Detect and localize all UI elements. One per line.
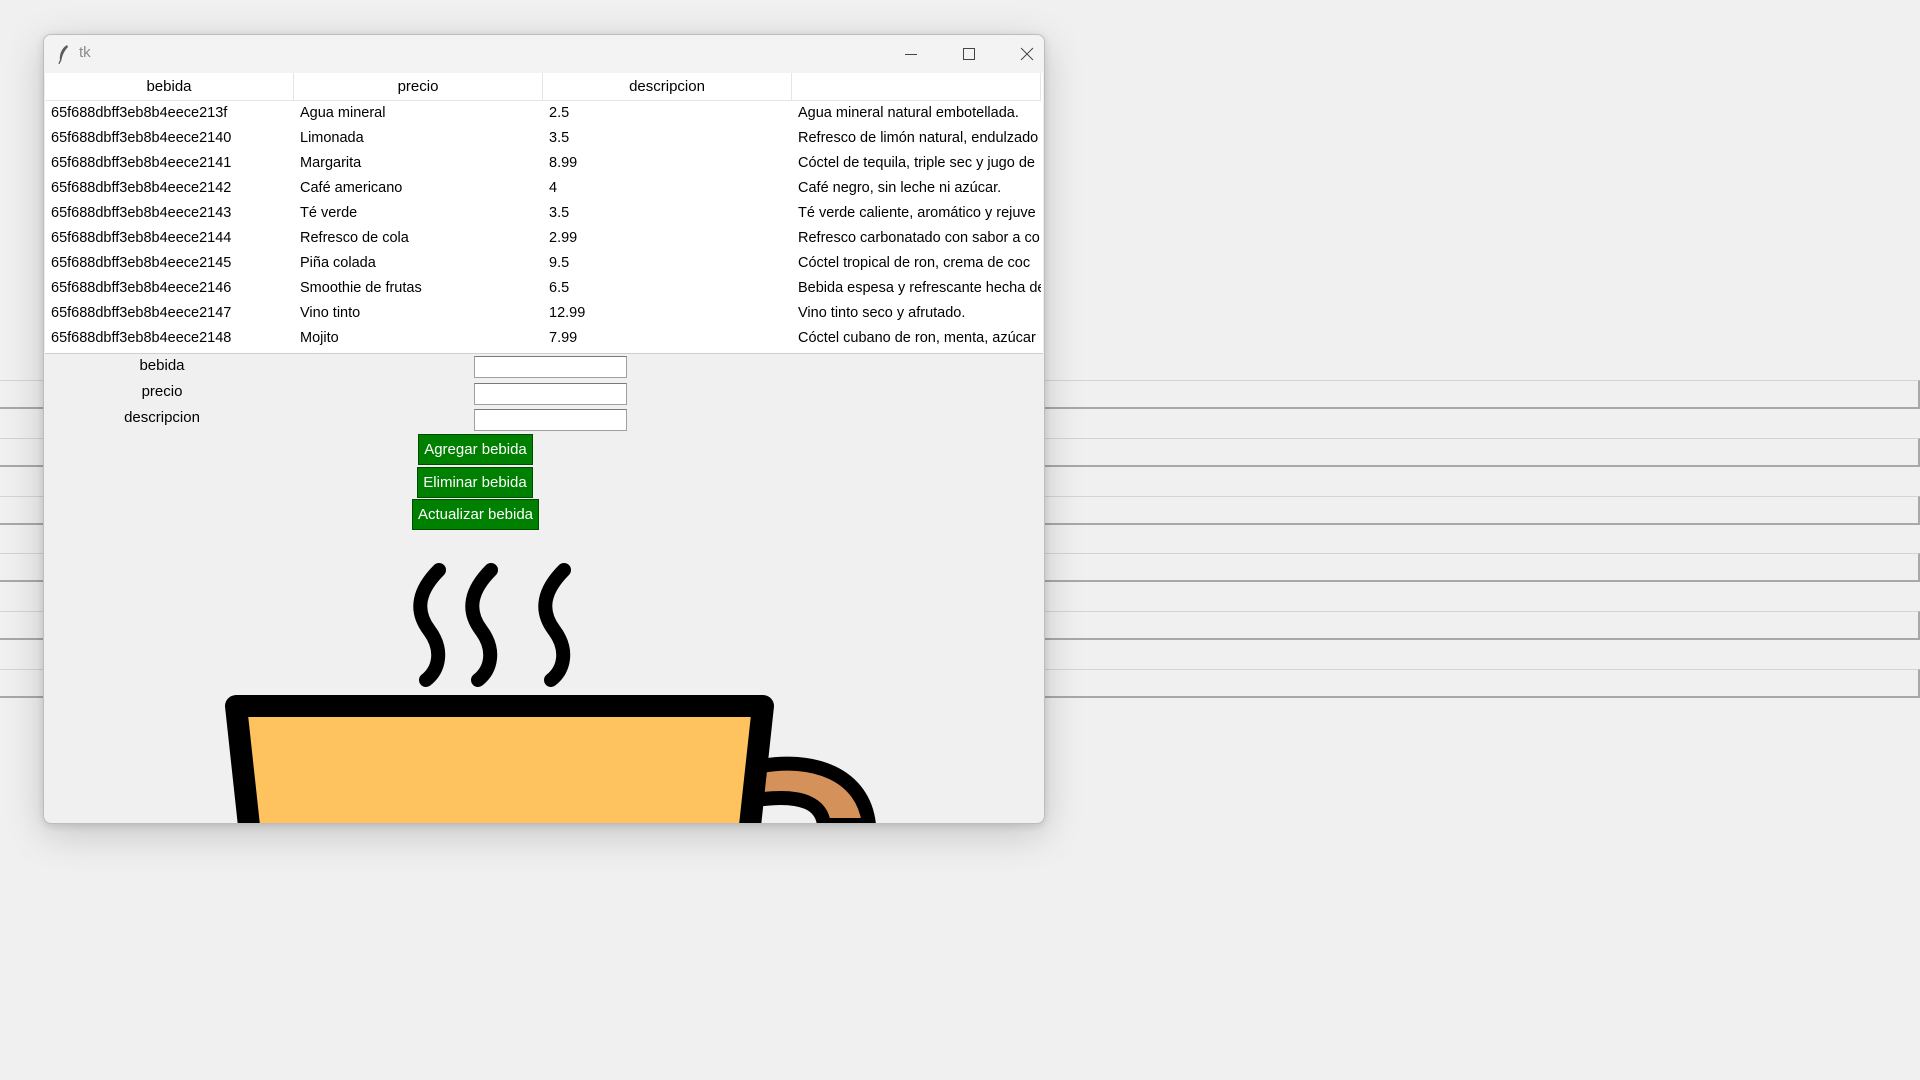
- coffee-cup-icon: [225, 563, 876, 823]
- background-strip: [1043, 669, 1920, 698]
- background-strip: [0, 553, 44, 582]
- app-window: tk bebida precio descripcion 65f688dbff3…: [43, 34, 1045, 824]
- background-strip: [0, 496, 44, 525]
- background-strip: [0, 669, 44, 698]
- background-strip: [1043, 496, 1920, 525]
- background-strip: [1043, 380, 1920, 409]
- background-strip: [1043, 438, 1920, 467]
- background-strip: [1043, 611, 1920, 640]
- cup-handle: [749, 756, 876, 823]
- steam-icon: [413, 563, 571, 687]
- background-strip: [0, 438, 44, 467]
- background-strip: [0, 611, 44, 640]
- background-strip: [0, 380, 44, 409]
- background-strip: [1043, 553, 1920, 582]
- cup-body: [225, 695, 774, 823]
